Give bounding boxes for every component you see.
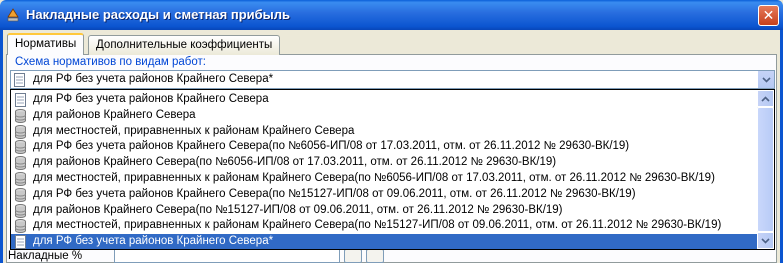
database-icon xyxy=(15,171,26,186)
dropdown-item[interactable]: для РФ без учета районов Крайнего Севера… xyxy=(11,139,758,155)
norms-scheme-combobox[interactable]: для РФ без учета районов Крайнего Севера… xyxy=(10,70,775,89)
dropdown-vertical-scrollbar[interactable] xyxy=(757,90,774,249)
database-icon xyxy=(15,108,26,123)
database-icon xyxy=(15,187,26,202)
app-icon[interactable] xyxy=(6,8,20,22)
title-bar[interactable]: Накладные расходы и сметная прибыль ✕ xyxy=(0,0,783,30)
document-icon xyxy=(14,73,25,87)
window-title: Накладные расходы и сметная прибыль xyxy=(26,7,291,22)
database-icon xyxy=(15,203,26,218)
dropdown-item[interactable]: для местностей, приравненных к районам К… xyxy=(11,171,758,187)
scroll-thumb[interactable] xyxy=(757,107,774,232)
dropdown-item-label: для РФ без учета районов Крайнего Севера… xyxy=(33,140,630,153)
dropdown-item-label: для районов Крайнего Севера(по №15127-ИП… xyxy=(33,203,563,216)
database-icon xyxy=(15,124,26,139)
dropdown-item-label: для РФ без учета районов Крайнего Севера… xyxy=(33,187,636,200)
chevron-down-icon xyxy=(761,76,771,83)
overhead-action-button[interactable] xyxy=(344,249,362,263)
dropdown-item-label: для районов Крайнего Севера(по №6056-ИП/… xyxy=(33,156,557,169)
document-icon xyxy=(15,235,26,249)
database-icon xyxy=(15,219,26,234)
overhead-percent-field[interactable] xyxy=(114,249,340,263)
dropdown-item[interactable]: для районов Крайнего Севера xyxy=(11,108,758,124)
close-icon: ✕ xyxy=(762,7,775,24)
overhead-action-button-2[interactable] xyxy=(366,249,384,263)
scroll-down-button[interactable] xyxy=(757,232,774,249)
dropdown-item-label: для местностей, приравненных к районам К… xyxy=(33,171,715,184)
dropdown-item[interactable]: для районов Крайнего Севера(по №15127-ИП… xyxy=(11,203,758,219)
chevron-down-icon xyxy=(761,237,770,244)
chevron-up-icon xyxy=(761,95,770,102)
combobox-selected-value: для РФ без учета районов Крайнего Севера… xyxy=(33,73,274,85)
dropdown-item[interactable]: для РФ без учета районов Крайнего Севера… xyxy=(11,187,758,203)
dropdown-item-label: для местностей, приравненных к районам К… xyxy=(33,124,355,137)
dropdown-item-label: для РФ без учета районов Крайнего Севера… xyxy=(33,235,274,248)
combobox-dropdown-button[interactable] xyxy=(757,71,774,88)
dropdown-item[interactable]: для РФ без учета районов Крайнего Севера xyxy=(11,92,758,108)
database-icon xyxy=(15,140,26,155)
database-icon xyxy=(15,156,26,171)
dropdown-item[interactable]: для местностей, приравненных к районам К… xyxy=(11,218,758,234)
overhead-percent-label: Накладные % xyxy=(8,250,83,262)
dropdown-item-label: для РФ без учета районов Крайнего Севера xyxy=(33,93,269,105)
dropdown-items: для РФ без учета районов Крайнего Севера… xyxy=(11,92,758,249)
norms-scheme-label: Схема нормативов по видам работ: xyxy=(14,56,207,68)
tab-additional-coefficients[interactable]: Дополнительные коэффициенты xyxy=(88,35,281,55)
dropdown-item[interactable]: для районов Крайнего Севера(по №6056-ИП/… xyxy=(11,155,758,171)
tab-norms[interactable]: Нормативы xyxy=(7,33,85,55)
dropdown-item-label: для местностей, приравненных к районам К… xyxy=(33,219,722,232)
dropdown-item[interactable]: для местностей, приравненных к районам К… xyxy=(11,124,758,140)
close-button[interactable]: ✕ xyxy=(758,5,779,26)
dropdown-item[interactable]: для РФ без учета районов Крайнего Севера… xyxy=(11,234,758,249)
norms-scheme-dropdown-list[interactable]: для РФ без учета районов Крайнего Севера… xyxy=(10,89,775,250)
document-icon xyxy=(15,93,26,107)
dropdown-item-label: для районов Крайнего Севера xyxy=(33,108,196,121)
scroll-up-button[interactable] xyxy=(757,90,774,107)
